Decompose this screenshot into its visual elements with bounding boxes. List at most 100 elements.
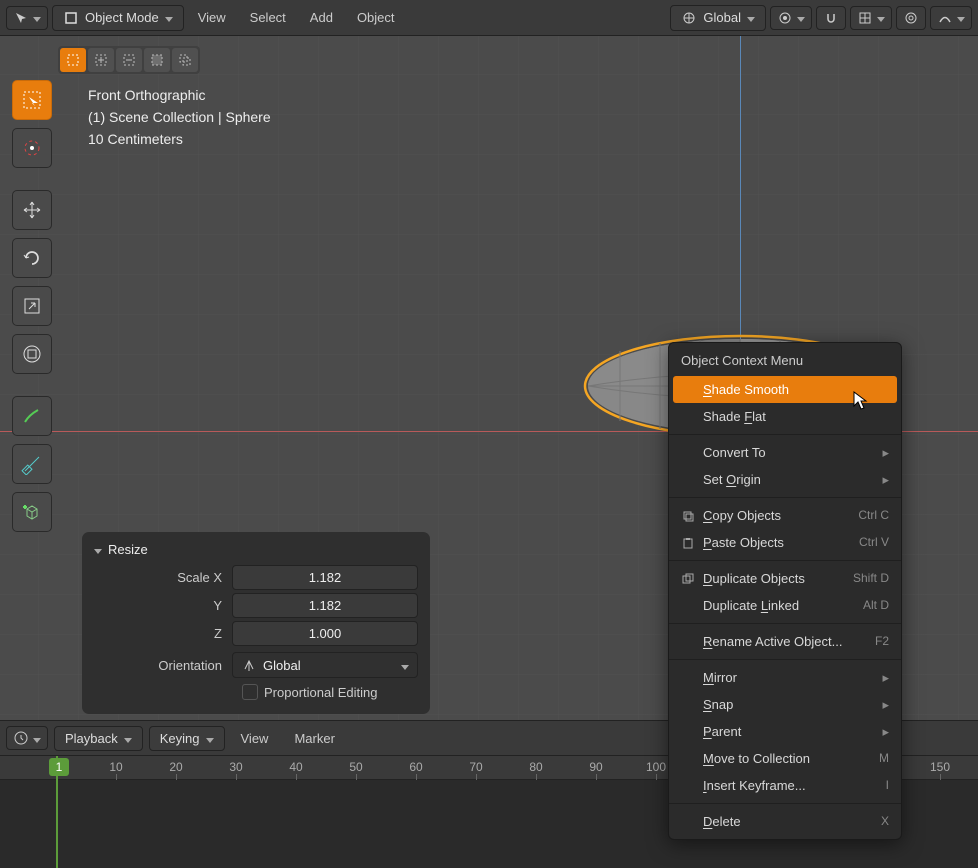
ctx-convert-to[interactable]: Convert To▸ [669, 439, 901, 466]
scale-x-label: Scale X [94, 570, 232, 585]
separator [669, 803, 901, 804]
shortcut: I [886, 777, 889, 794]
chevron-down-icon [747, 10, 755, 25]
context-menu-title: Object Context Menu [669, 347, 901, 376]
move-tool[interactable] [12, 190, 52, 230]
rotate-tool[interactable] [12, 238, 52, 278]
label: Shade Flat [703, 408, 766, 425]
ctx-shade-smooth[interactable]: Shade Smooth [673, 376, 897, 403]
clock-icon [13, 730, 29, 746]
editor-type-button[interactable] [6, 6, 48, 30]
select-invert[interactable] [144, 48, 170, 72]
playhead-frame[interactable]: 1 [49, 758, 69, 776]
ctx-rename-active-object-[interactable]: Rename Active Object... F2 [669, 628, 901, 655]
dup-icon [681, 572, 703, 586]
select-subtract[interactable] [116, 48, 142, 72]
menu-view[interactable]: View [188, 6, 236, 29]
ctx-snap[interactable]: Snap▸ [669, 691, 901, 718]
chevron-down-icon [33, 10, 41, 25]
proportional-checkbox[interactable] [242, 684, 258, 700]
ctx-set-origin[interactable]: Set Origin▸ [669, 466, 901, 493]
ctx-duplicate-objects[interactable]: Duplicate Objects Shift D [669, 565, 901, 592]
snap-options[interactable] [850, 6, 892, 30]
copy-icon [681, 509, 703, 523]
label: Duplicate Objects [703, 570, 805, 587]
ruler-mark: 40 [289, 760, 302, 774]
submenu-arrow-icon: ▸ [882, 669, 889, 686]
label: Shade Smooth [703, 381, 789, 398]
annotate-tool[interactable] [12, 396, 52, 436]
ruler-mark: 20 [169, 760, 182, 774]
ruler-mark: 10 [109, 760, 122, 774]
falloff-options[interactable] [930, 6, 972, 30]
label: Parent [703, 723, 741, 740]
chevron-down-icon [797, 10, 805, 25]
scale-y-label: Y [94, 598, 232, 613]
scale-x-field[interactable]: 1.182 [232, 565, 418, 590]
playhead[interactable]: 1 [56, 756, 58, 868]
transform-tool[interactable] [12, 334, 52, 374]
context-menu: Object Context Menu Shade Smooth Shade Fl… [668, 342, 902, 840]
scale-tool[interactable] [12, 286, 52, 326]
ruler-mark: 70 [469, 760, 482, 774]
top-header: Object Mode View Select Add Object Globa… [0, 0, 978, 36]
ruler-mark: 150 [930, 760, 950, 774]
panel-header[interactable]: Resize [94, 542, 418, 557]
proportional-label: Proportional Editing [264, 685, 377, 700]
playback-menu[interactable]: Playback [54, 726, 143, 751]
ctx-shade-flat[interactable]: Shade Flat [669, 403, 901, 430]
orientation-select[interactable]: Global [670, 5, 766, 31]
ctx-mirror[interactable]: Mirror▸ [669, 664, 901, 691]
menu-object[interactable]: Object [347, 6, 405, 29]
operator-panel: Resize Scale X 1.182 Y 1.182 Z 1.000 Ori… [82, 532, 430, 714]
menu-add[interactable]: Add [300, 6, 343, 29]
scale-z-label: Z [94, 626, 232, 641]
timeline-marker[interactable]: Marker [284, 727, 344, 750]
falloff-icon [937, 10, 953, 26]
select-box-tool[interactable] [12, 80, 52, 120]
select-extend[interactable] [88, 48, 114, 72]
ctx-parent[interactable]: Parent▸ [669, 718, 901, 745]
mode-label: Object Mode [85, 10, 159, 25]
ruler-mark: 50 [349, 760, 362, 774]
chevron-down-icon [206, 731, 214, 746]
scale-z-field[interactable]: 1.000 [232, 621, 418, 646]
ctx-duplicate-linked[interactable]: Duplicate LinkedAlt D [669, 592, 901, 619]
shortcut: Ctrl C [858, 507, 889, 524]
pivot-button[interactable] [770, 6, 812, 30]
select-mode-strip [58, 46, 200, 74]
toolbar [12, 80, 52, 532]
select-set[interactable] [60, 48, 86, 72]
ctx-paste-objects[interactable]: Paste ObjectsCtrl V [669, 529, 901, 556]
shortcut: F2 [875, 633, 889, 650]
timeline-editor-button[interactable] [6, 726, 48, 750]
menu-select[interactable]: Select [240, 6, 296, 29]
submenu-arrow-icon: ▸ [882, 444, 889, 461]
snap-toggle[interactable] [816, 6, 846, 30]
separator [669, 434, 901, 435]
scale-y-field[interactable]: 1.182 [232, 593, 418, 618]
shortcut: Shift D [853, 570, 889, 587]
proportional-toggle[interactable] [896, 6, 926, 30]
ctx-insert-keyframe-[interactable]: Insert Keyframe...I [669, 772, 901, 799]
cursor-icon [13, 10, 29, 26]
mode-select[interactable]: Object Mode [52, 5, 184, 31]
shortcut: Alt D [863, 597, 889, 614]
ctx-copy-objects[interactable]: Copy ObjectsCtrl C [669, 502, 901, 529]
cursor-tool[interactable] [12, 128, 52, 168]
orientation-select[interactable]: Global [232, 652, 418, 678]
ctx-move-to-collection[interactable]: Move to CollectionM [669, 745, 901, 772]
select-intersect[interactable] [172, 48, 198, 72]
add-cube-tool[interactable] [12, 492, 52, 532]
ruler-mark: 80 [529, 760, 542, 774]
ctx-delete[interactable]: DeleteX [669, 808, 901, 835]
timeline-view[interactable]: View [231, 727, 279, 750]
label: Rename Active Object... [703, 633, 842, 650]
paste-icon [681, 536, 703, 550]
chevron-down-icon [877, 10, 885, 25]
keying-menu[interactable]: Keying [149, 726, 225, 751]
proportional-editing-row[interactable]: Proportional Editing [242, 684, 418, 700]
label: Paste Objects [703, 534, 784, 551]
separator [669, 497, 901, 498]
measure-tool[interactable] [12, 444, 52, 484]
